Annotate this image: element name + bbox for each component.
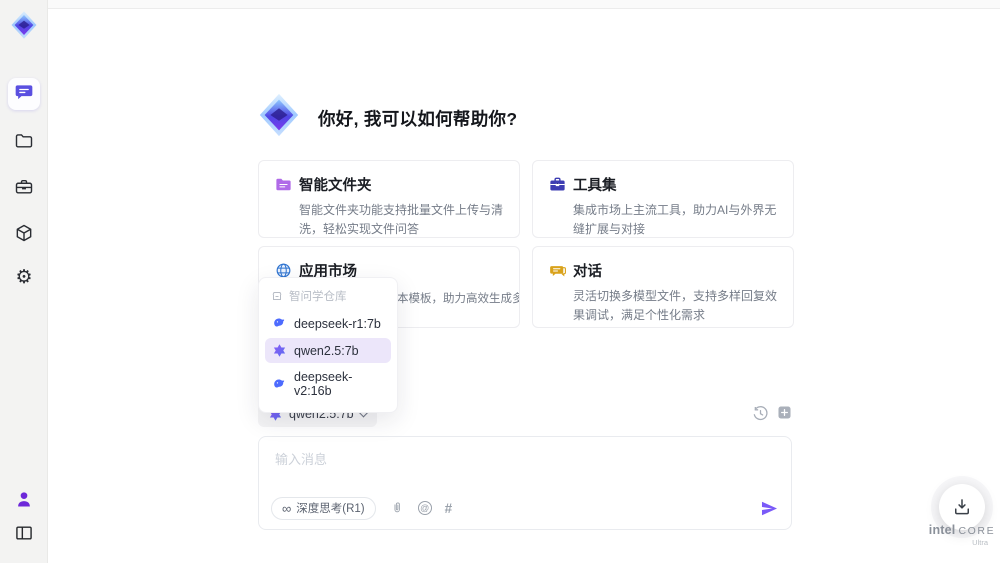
gear-icon: ⚙ [15,266,33,288]
deepseek-icon [274,318,285,327]
mention-button[interactable]: @ [417,501,432,515]
model-option-deepseek-r1[interactable]: deepseek-r1:7b [265,311,391,336]
model-option-label: deepseek-v2:16b [294,370,353,398]
model-dropdown: 智问学仓库 deepseek-r1:7b qwen2.5:7b deepseek… [258,277,398,413]
card-description: 智能文件夹功能支持批量文件上传与清洗，轻松实现文件问答 [299,203,504,236]
window-top-strip [48,0,1000,9]
model-dropdown-group-label: 智问学仓库 [289,291,347,303]
infinity-icon: ∞ [282,500,292,516]
at-icon: @ [420,503,430,513]
conversation-icon [547,261,567,281]
sidebar: ⚙ [0,0,48,563]
deep-think-toggle[interactable]: ∞ 深度思考(R1) [271,496,376,520]
deepseek-icon [274,379,285,387]
intel-product-text: core [958,525,996,537]
deep-think-label: 深度思考(R1) [296,503,365,515]
card-description: 集成市场上主流工具，助力AI与外界无缝扩展与对接 [573,203,777,236]
chat-bubble-icon [14,82,34,107]
card-title: 对话 [573,264,602,280]
toolset-icon [547,175,567,195]
intel-core-badge: intel core Ultra [928,521,996,548]
paperclip-icon [394,502,400,513]
card-description: 灵活切换多模型文件，支持多样回复效果调试，满足个性化需求 [573,289,778,322]
cube-icon [16,224,32,242]
sidebar-item-models[interactable] [13,222,35,244]
model-option-label: deepseek-r1:7b [294,316,381,331]
sidebar-item-chat[interactable] [8,78,40,110]
app-logo-icon [9,10,39,40]
send-icon [761,501,778,515]
sidebar-item-panel-toggle[interactable] [13,522,35,544]
prompt-library-button[interactable]: # [445,501,453,516]
greeting-logo-icon [256,92,302,138]
folder-icon [15,134,33,148]
message-composer: ∞ 深度思考(R1) @ # [258,436,792,530]
user-icon [18,492,30,507]
download-icon [955,499,969,515]
briefcase-icon [15,179,33,194]
history-icon [753,406,768,421]
card-smart-folder[interactable]: 智能文件夹 智能文件夹功能支持批量文件上传与清洗，轻松实现文件问答 [258,160,520,238]
composer-toolbar: ∞ 深度思考(R1) @ # [271,496,779,520]
model-dropdown-group: 智问学仓库 [259,285,397,309]
sidebar-item-settings[interactable]: ⚙ [13,266,35,288]
smart-folder-icon [273,175,293,195]
qwen-icon [273,344,286,357]
history-button[interactable] [752,405,769,422]
model-option-label: qwen2.5:7b [294,343,359,358]
layout-panel-icon [16,526,32,540]
intel-brand-text: intel [928,523,956,537]
repository-icon [272,292,282,300]
plus-square-icon [778,406,791,419]
card-title: 智能文件夹 [299,178,372,194]
sidebar-item-folders[interactable] [13,130,35,152]
page-title: 你好, 我可以如何帮助你? [318,109,518,129]
intel-tier-text: Ultra [972,538,988,548]
card-conversation[interactable]: 对话 灵活切换多模型文件，支持多样回复效果调试，满足个性化需求 [532,246,794,328]
model-option-qwen[interactable]: qwen2.5:7b [265,338,391,363]
sidebar-item-toolbox[interactable] [13,176,35,198]
sidebar-item-account[interactable] [13,488,35,510]
send-button[interactable] [760,499,779,518]
attach-file-button[interactable] [389,500,405,516]
card-toolset[interactable]: 工具集 集成市场上主流工具，助力AI与外界无缝扩展与对接 [532,160,794,238]
new-chat-button[interactable] [776,404,793,421]
card-title: 工具集 [573,178,617,194]
model-option-deepseek-v2[interactable]: deepseek-v2:16b [265,365,391,403]
message-input[interactable] [273,447,777,491]
card-description-partial: 本模板，助力高效生成多 [397,293,520,305]
